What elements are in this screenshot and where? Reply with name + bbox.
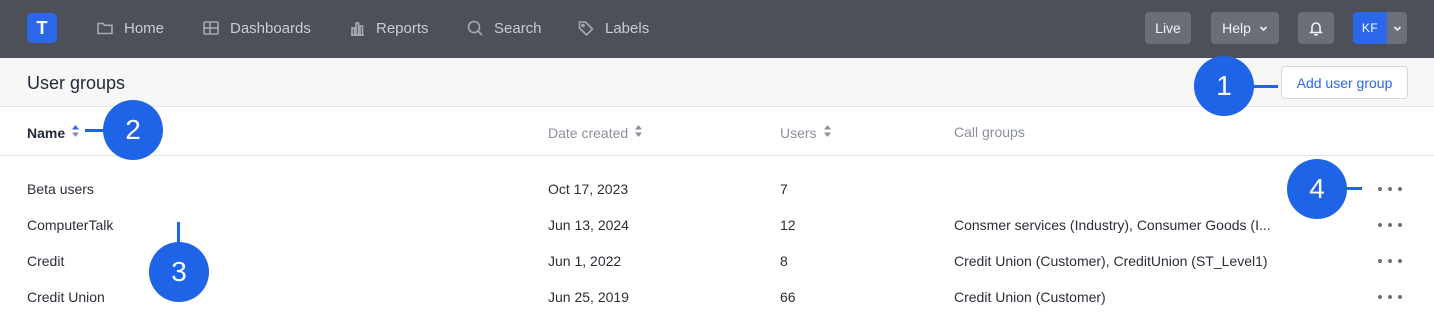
nav-item-labels[interactable]: Labels [577,17,649,39]
row-name: Credit [27,253,65,269]
table-row[interactable]: Credit Jun 1, 2022 8 Credit Union (Custo… [0,243,1434,279]
top-navigation-bar: T Home Dashboards Reports Search Labels … [0,0,1434,58]
row-call-groups: Consmer services (Industry), Consumer Go… [954,217,1271,233]
nav-item-label: Dashboards [230,19,311,37]
add-user-group-button[interactable]: Add user group [1281,66,1408,99]
column-header-label: Users [780,124,817,141]
help-button-label: Help [1222,20,1251,36]
callout-marker: 4 [1287,159,1347,219]
tag-icon [578,21,594,37]
row-date-created: Jun 1, 2022 [548,253,622,269]
table-row[interactable]: ComputerTalk Jun 13, 2024 12 Consmer ser… [0,207,1434,243]
nav-item-label: Labels [605,19,650,37]
app-logo[interactable]: T [27,13,57,43]
more-options-icon[interactable] [1378,253,1402,269]
more-options-icon[interactable] [1378,181,1402,197]
row-users: 66 [780,289,796,305]
nav-item-label: Search [494,19,542,37]
more-options-icon[interactable] [1378,289,1402,305]
row-name: ComputerTalk [27,217,114,233]
column-header-name[interactable]: Name [27,124,80,141]
chevron-down-icon [1259,25,1267,31]
nav-item-search[interactable]: Search [466,17,542,39]
table-row[interactable]: Beta users Oct 17, 2023 7 [0,171,1434,207]
live-button[interactable]: Live [1145,12,1191,44]
callout-marker: 3 [149,242,209,302]
column-header-label: Call groups [954,124,1025,140]
search-icon [467,20,483,36]
nav-item-dashboards[interactable]: Dashboards [202,17,311,39]
sort-icon[interactable] [634,124,643,141]
nav-item-label: Reports [376,19,429,37]
sort-icon[interactable] [71,124,80,141]
notifications-button[interactable] [1298,12,1334,44]
nav-item-reports[interactable]: Reports [348,17,429,39]
page-title: User groups [27,73,126,93]
more-options-icon[interactable] [1378,217,1402,233]
folder-icon [97,22,113,35]
callout-connector [1252,85,1278,88]
callout-connector [85,129,105,132]
bell-icon [1309,22,1323,36]
column-header-label: Name [27,124,66,141]
callout-marker: 1 [1194,56,1254,116]
row-date-created: Jun 25, 2019 [548,289,629,305]
row-date-created: Oct 17, 2023 [548,181,629,197]
live-button-label: Live [1155,20,1181,36]
chevron-down-icon [1393,25,1401,31]
callout-marker: 2 [103,100,163,160]
user-menu-toggle[interactable] [1387,12,1407,44]
nav-item-label: Home [124,19,165,37]
column-header-users[interactable]: Users [780,124,832,141]
row-users: 8 [780,253,788,269]
column-header-label: Date created [548,124,629,141]
row-name: Beta users [27,181,94,197]
table-row[interactable]: Credit Union Jun 25, 2019 66 Credit Unio… [0,279,1434,315]
row-users: 7 [780,181,788,197]
sort-icon[interactable] [823,124,832,141]
dashboard-icon [203,21,219,35]
bar-chart-icon [351,22,364,36]
avatar[interactable]: KF [1353,12,1387,44]
callout-connector [177,222,180,244]
column-header-date-created[interactable]: Date created [548,124,643,141]
row-date-created: Jun 13, 2024 [548,217,629,233]
column-header-call-groups: Call groups [954,124,1025,140]
row-call-groups: Credit Union (Customer), CreditUnion (ST… [954,253,1268,269]
help-button[interactable]: Help [1211,12,1279,44]
user-menu[interactable]: KF [1353,12,1407,44]
row-users: 12 [780,217,796,233]
row-name: Credit Union [27,289,105,305]
row-call-groups: Credit Union (Customer) [954,289,1106,305]
nav-item-home[interactable]: Home [96,17,164,39]
